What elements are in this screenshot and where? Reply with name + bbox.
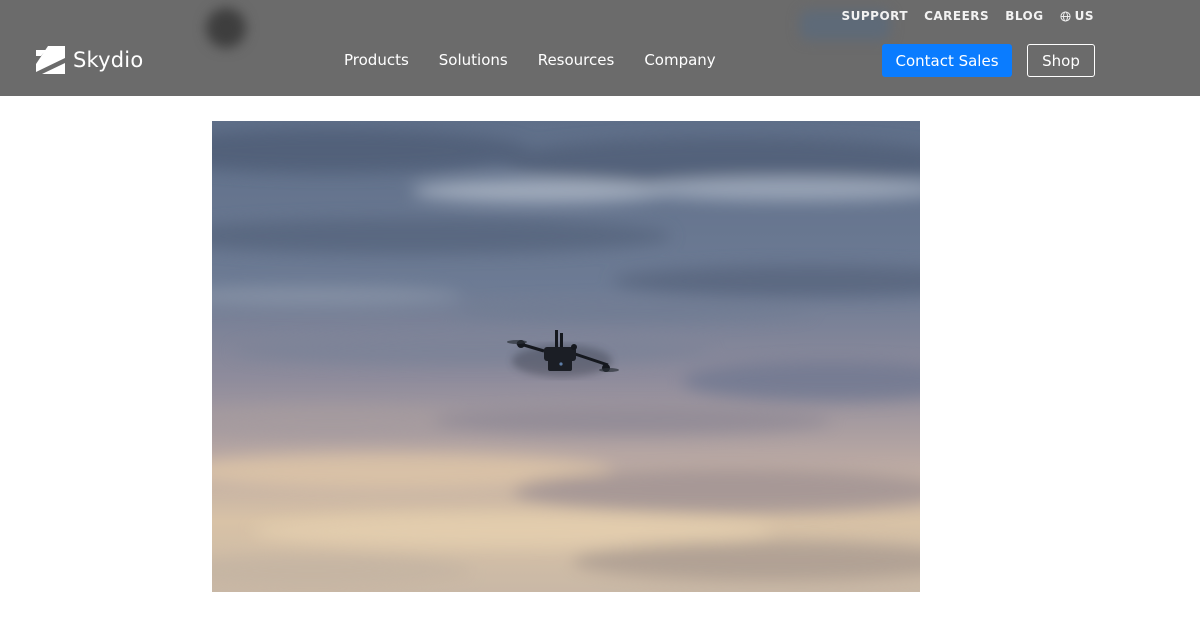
support-link[interactable]: SUPPORT bbox=[841, 9, 908, 23]
brand-name: Skydio bbox=[73, 48, 144, 72]
careers-link[interactable]: CAREERS bbox=[924, 9, 989, 23]
nav-company[interactable]: Company bbox=[644, 51, 715, 69]
region-selector[interactable]: US bbox=[1060, 9, 1094, 23]
main-nav: Products Solutions Resources Company bbox=[344, 51, 716, 69]
shop-button[interactable]: Shop bbox=[1027, 44, 1095, 77]
skydio-logo[interactable]: Skydio bbox=[36, 46, 143, 74]
sky-photo bbox=[212, 121, 920, 592]
region-label: US bbox=[1074, 9, 1094, 23]
site-header: SUPPORT CAREERS BLOG US Skydio Products … bbox=[0, 0, 1200, 96]
nav-solutions[interactable]: Solutions bbox=[439, 51, 508, 69]
contact-sales-button[interactable]: Contact Sales bbox=[882, 44, 1012, 77]
utility-nav: SUPPORT CAREERS BLOG US bbox=[841, 9, 1094, 23]
globe-icon bbox=[1060, 10, 1071, 22]
skydio-logo-icon bbox=[36, 46, 65, 74]
blog-link[interactable]: BLOG bbox=[1005, 9, 1043, 23]
hero-image-drone-in-sky bbox=[212, 121, 920, 592]
blurred-background-shape bbox=[206, 8, 246, 48]
nav-products[interactable]: Products bbox=[344, 51, 409, 69]
nav-resources[interactable]: Resources bbox=[538, 51, 615, 69]
